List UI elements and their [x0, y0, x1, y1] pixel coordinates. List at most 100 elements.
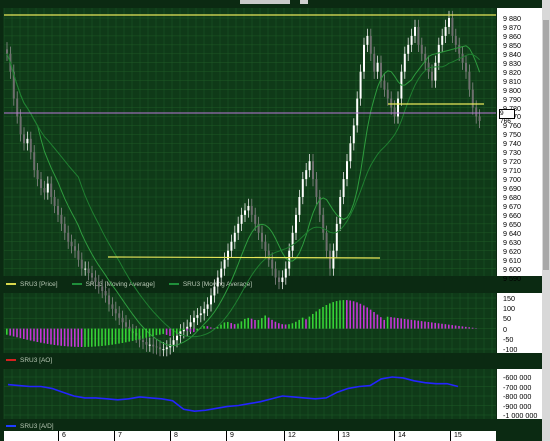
- candle-body: [111, 304, 114, 309]
- ao-bar: [148, 328, 151, 337]
- candle-body: [162, 349, 165, 351]
- candle-body: [53, 197, 56, 206]
- ao-bar: [318, 309, 321, 329]
- candle-body: [104, 290, 107, 296]
- moving-average-line: [6, 45, 481, 347]
- ao-bar: [6, 328, 8, 335]
- candle-body: [441, 35, 444, 45]
- ao-bar: [356, 302, 358, 329]
- ao-bar: [101, 328, 103, 346]
- candle-body: [237, 223, 240, 233]
- candle-body: [335, 223, 338, 251]
- candle-body: [376, 62, 379, 72]
- candle-body: [403, 53, 406, 72]
- ao-bar: [131, 328, 134, 341]
- ao-bar: [380, 317, 382, 329]
- candle-body: [84, 268, 87, 270]
- candle-body: [33, 152, 36, 171]
- candle-body: [288, 250, 291, 269]
- candle-body: [196, 315, 199, 318]
- ao-bar: [322, 306, 324, 329]
- candle-body: [390, 98, 393, 108]
- ao-bar: [240, 321, 243, 329]
- ao-bar: [135, 328, 137, 341]
- ao-bar: [298, 319, 300, 329]
- ao-bar: [77, 328, 79, 347]
- candle-body: [349, 143, 352, 162]
- ao-bar: [70, 328, 73, 347]
- candle-body: [159, 347, 161, 350]
- ao-bar: [376, 314, 379, 329]
- ao-bar: [36, 328, 39, 342]
- candle-body: [305, 170, 308, 180]
- candle-body: [342, 179, 345, 197]
- ao-bar: [216, 327, 219, 329]
- ao-bar: [233, 324, 236, 329]
- ao-bar: [281, 324, 283, 329]
- candle-body: [97, 282, 100, 287]
- ao-bar: [325, 305, 328, 329]
- ao-bar: [155, 328, 158, 336]
- ao-bar: [349, 300, 351, 329]
- ao-bar: [125, 328, 127, 343]
- ao-bar: [400, 318, 402, 329]
- ao-bar: [407, 319, 409, 329]
- ao-bar: [118, 328, 120, 344]
- ao-bar: [267, 317, 270, 329]
- candle-body: [142, 340, 144, 342]
- candle-body: [148, 344, 151, 346]
- ao-bar: [220, 324, 222, 329]
- chart-canvas: [3, 8, 496, 419]
- candle-body: [373, 53, 376, 72]
- candle-body: [210, 295, 212, 305]
- candle-body: [114, 308, 117, 314]
- ao-bar: [359, 303, 362, 329]
- ao-bar: [393, 317, 396, 329]
- ao-bar: [84, 328, 86, 347]
- ao-bar: [87, 328, 90, 347]
- ao-bar: [111, 328, 113, 345]
- ao-bar: [193, 328, 195, 333]
- ao-bar: [199, 327, 202, 329]
- candle-body: [431, 71, 433, 81]
- candle-body: [461, 53, 464, 63]
- ao-bar: [274, 321, 277, 329]
- ao-bar: [165, 328, 168, 335]
- ao-bar: [427, 321, 430, 329]
- ao-bar: [50, 328, 52, 345]
- ao-bar: [301, 317, 304, 329]
- ao-bar: [441, 323, 443, 329]
- candle-body: [414, 26, 416, 36]
- ao-bar: [366, 307, 368, 329]
- ao-bar: [46, 328, 49, 344]
- candle-body: [240, 214, 243, 224]
- ao-bar: [114, 328, 117, 345]
- ao-bar: [33, 328, 35, 342]
- ao-bar: [437, 323, 440, 329]
- ao-bar: [186, 328, 188, 331]
- candle-body: [108, 295, 110, 305]
- candle-body: [417, 26, 420, 45]
- ao-bar: [196, 328, 198, 331]
- ao-bar: [60, 328, 62, 346]
- candle-body: [19, 116, 22, 135]
- candle-body: [386, 89, 389, 99]
- candle-body: [227, 250, 229, 260]
- candle-body: [454, 35, 457, 45]
- ao-bar: [179, 328, 181, 332]
- candle-body: [359, 71, 362, 99]
- candle-body: [250, 205, 253, 215]
- ao-bar: [383, 319, 385, 329]
- candle-body: [155, 346, 158, 348]
- candle-body: [468, 71, 471, 90]
- candle-body: [346, 161, 348, 180]
- candle-body: [77, 250, 80, 260]
- ao-bar: [206, 326, 209, 329]
- ao-bar: [424, 321, 426, 329]
- candle-body: [43, 188, 46, 193]
- ao-bar: [465, 326, 467, 329]
- ao-bar: [176, 328, 178, 334]
- candle-body: [281, 277, 284, 283]
- candle-body: [94, 277, 97, 283]
- candle-body: [172, 340, 175, 345]
